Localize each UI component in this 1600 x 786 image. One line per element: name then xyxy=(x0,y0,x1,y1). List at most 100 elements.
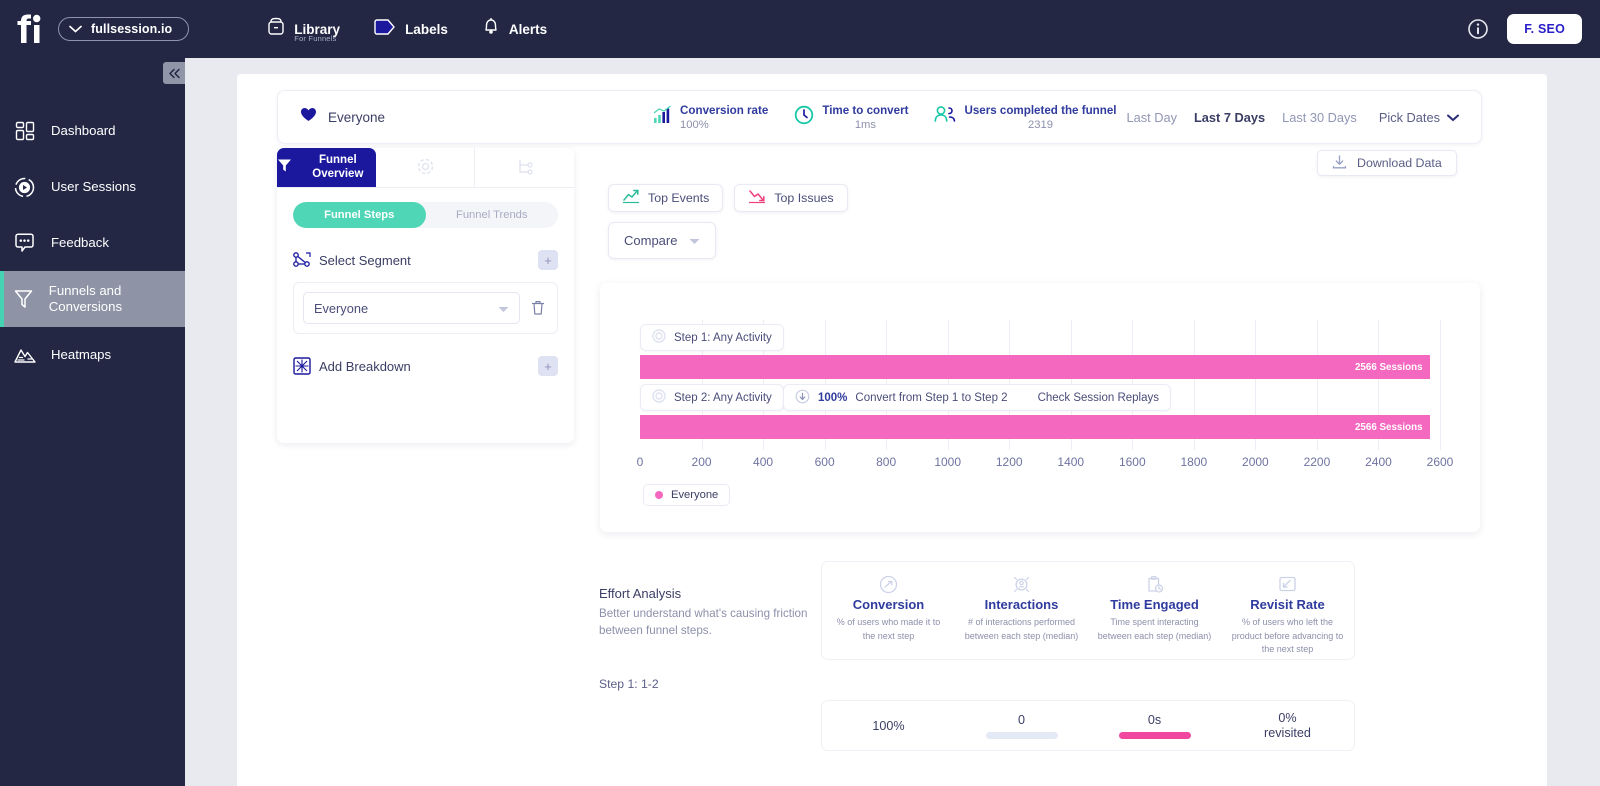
metric-label-conversion-rate: Conversion rate xyxy=(680,103,769,117)
effort-value-time-engaged-bar xyxy=(1118,731,1191,739)
sidebar-label-user-sessions: User Sessions xyxy=(51,178,137,194)
x-tick-2600: 2600 xyxy=(1426,455,1454,469)
info-circle-icon[interactable] xyxy=(1467,18,1489,40)
segment-select-value: Everyone xyxy=(314,300,369,316)
range-last-day[interactable]: Last Day xyxy=(1126,110,1177,125)
sidebar: Dashboard User Sessions Feedback Funnels… xyxy=(0,58,185,786)
sidebar-item-user-sessions[interactable]: User Sessions xyxy=(0,159,185,215)
x-tick-1400: 1400 xyxy=(1057,455,1085,469)
delete-segment-button[interactable] xyxy=(528,300,548,316)
step-1-label: Step 1: Any Activity xyxy=(674,331,772,344)
trend-down-icon xyxy=(748,189,766,207)
tab-donut-chart[interactable] xyxy=(376,148,476,187)
add-segment-button[interactable]: + xyxy=(538,250,558,270)
conversion-percent: 100% xyxy=(818,391,848,404)
effort-metric-desc-revisit-rate: % of users who left the product before a… xyxy=(1231,617,1344,654)
download-data-button[interactable]: Download Data xyxy=(1317,150,1457,176)
x-tick-1000: 1000 xyxy=(934,455,962,469)
effort-metric-desc-time-engaged: Time spent interacting between each step… xyxy=(1097,617,1212,641)
gauge-icon xyxy=(879,574,898,594)
sidebar-label-funnels-and-conversions: Funnels and Conversions xyxy=(48,282,123,315)
dashboard-grid-icon xyxy=(12,121,37,141)
x-tick-1200: 1200 xyxy=(995,455,1023,469)
effort-value-conversion: 100% xyxy=(822,701,955,750)
metric-value-conversion-rate: 100% xyxy=(680,118,709,131)
chart-x-axis-ticks: 0 200 400 600 800 1000 1200 1400 1600 1800 2000 220… xyxy=(637,455,1454,473)
compare-button[interactable]: Compare xyxy=(608,222,717,259)
range-last-7-days[interactable]: Last 7 Days xyxy=(1194,110,1265,125)
toggle-funnel-trends[interactable]: Funnel Trends xyxy=(426,202,559,228)
effort-metric-name-conversion: Conversion xyxy=(852,597,925,612)
chat-bubble-icon xyxy=(12,233,37,253)
add-breakdown-button[interactable]: + xyxy=(538,356,558,376)
funnel-bar-step-1[interactable]: 2566 Sessions xyxy=(640,355,1430,379)
effort-value-revisit-rate-sub: revisited xyxy=(1264,726,1311,740)
legend-label-everyone: Everyone xyxy=(671,489,719,501)
domain-label: fullsession.io xyxy=(91,22,173,36)
nav-item-library[interactable]: Library For Funnels xyxy=(267,17,340,43)
top-navigation-bar: fullsession.io Library For Funnels Label… xyxy=(0,0,1600,58)
step-circle-icon xyxy=(652,389,666,406)
segment-select[interactable]: Everyone xyxy=(303,292,520,324)
tab-flow-branch[interactable] xyxy=(475,148,574,187)
x-tick-2000: 2000 xyxy=(1242,455,1269,469)
account-button[interactable]: F. SEO xyxy=(1507,14,1582,44)
effort-value-interactions: 0 xyxy=(955,701,1088,750)
top-events-button[interactable]: Top Events xyxy=(608,184,724,212)
effort-value-time-engaged-text: 0s xyxy=(1147,712,1162,727)
app-root: fullsession.io Library For Funnels Label… xyxy=(0,0,1600,786)
add-breakdown-row: Add Breakdown + xyxy=(293,356,558,376)
domain-selector[interactable]: fullsession.io xyxy=(58,17,190,41)
effort-value-time-engaged: 0s xyxy=(1088,701,1221,750)
add-breakdown-label: Add Breakdown xyxy=(319,358,411,374)
metric-time-to-convert: Time to convert 1ms xyxy=(794,104,908,131)
sidebar-item-dashboard[interactable]: Dashboard xyxy=(0,103,185,159)
nav-sublabel-library: For Funnels xyxy=(294,34,337,43)
x-tick-400: 400 xyxy=(753,455,774,469)
funnel-chart-card: Step 1: Any Activity 2566 Sessions Step … xyxy=(600,283,1480,532)
effort-analysis-description: Better understand what's causing frictio… xyxy=(599,607,808,637)
step-1-chip[interactable]: Step 1: Any Activity xyxy=(640,324,784,351)
play-circle-icon xyxy=(12,177,37,198)
nav-item-alerts[interactable]: Alerts xyxy=(482,17,547,41)
effort-value-conversion-text: 100% xyxy=(872,718,905,733)
tab-funnel-overview[interactable]: Funnel Overview xyxy=(277,148,376,187)
top-issues-label: Top Issues xyxy=(774,191,834,205)
effort-value-revisit-rate-text: 0% xyxy=(1278,711,1297,725)
segment-row-box: Everyone xyxy=(293,282,558,334)
top-issues-button[interactable]: Top Issues xyxy=(734,184,848,212)
conversion-annotation-chip[interactable]: 100% Convert from Step 1 to Step 2 Check… xyxy=(783,384,1172,411)
check-session-replays-link[interactable]: Check Session Replays xyxy=(1038,392,1159,404)
effort-analysis-section: Effort Analysis Better understand what's… xyxy=(599,586,839,640)
top-nav-items: Library For Funnels Labels Alerts xyxy=(267,17,547,43)
topbar-right-group: F. SEO xyxy=(1467,14,1582,44)
step-2-chip[interactable]: Step 2: Any Activity xyxy=(640,384,784,411)
effort-metric-conversion: Conversion % of users who made it to the… xyxy=(822,562,955,659)
app-logo[interactable] xyxy=(10,14,58,44)
bell-icon xyxy=(482,17,500,41)
sidebar-collapse-button[interactable] xyxy=(163,62,185,84)
sidebar-item-heatmaps[interactable]: Heatmaps xyxy=(0,327,185,383)
arrow-down-circle-icon xyxy=(795,389,810,407)
breakdown-icon xyxy=(293,357,319,375)
effort-metric-revisit-rate: Revisit Rate % of users who left the pro… xyxy=(1221,562,1354,659)
interaction-icon xyxy=(1012,574,1031,594)
sidebar-item-feedback[interactable]: Feedback xyxy=(0,215,185,271)
effort-value-interactions-bar xyxy=(985,731,1058,739)
sidebar-items: Dashboard User Sessions Feedback Funnels… xyxy=(0,58,185,383)
sidebar-label-dashboard: Dashboard xyxy=(51,122,116,138)
x-tick-200: 200 xyxy=(691,455,712,469)
funnel-config-card: Funnel Overview Funnel Steps Funnel Tren… xyxy=(277,148,574,443)
range-last-30-days[interactable]: Last 30 Days xyxy=(1282,110,1357,125)
nav-label-alerts: Alerts xyxy=(508,21,548,37)
select-segment-row: Select Segment + xyxy=(293,250,558,270)
chart-legend[interactable]: Everyone xyxy=(643,484,731,506)
sidebar-item-funnels-and-conversions[interactable]: Funnels and Conversions xyxy=(0,271,185,327)
nav-item-labels[interactable]: Labels xyxy=(374,18,448,40)
pick-dates-button[interactable]: Pick Dates xyxy=(1379,110,1459,125)
select-segment-label: Select Segment xyxy=(319,252,411,268)
effort-metric-name-interactions: Interactions xyxy=(984,597,1059,612)
toggle-funnel-steps[interactable]: Funnel Steps xyxy=(293,202,426,228)
effort-value-revisit-rate: 0% revisited xyxy=(1221,701,1354,750)
funnel-bar-step-2[interactable]: 2566 Sessions xyxy=(640,415,1430,439)
